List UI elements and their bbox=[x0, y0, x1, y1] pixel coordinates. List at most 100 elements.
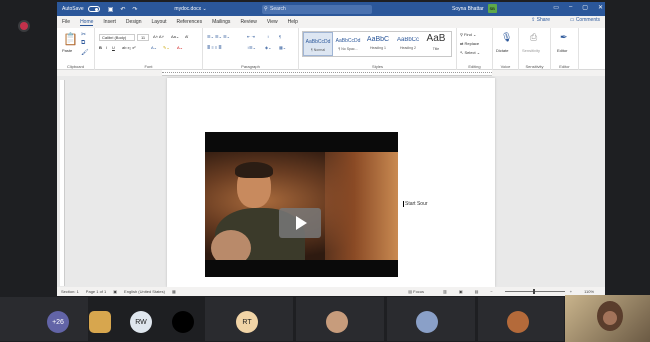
dictate-label[interactable]: Dictate bbox=[496, 48, 508, 53]
web-layout-icon[interactable]: ▤ bbox=[475, 289, 479, 294]
save-icon[interactable]: ▣ bbox=[108, 6, 114, 13]
indent-icon[interactable]: ⇤ ⇥ bbox=[247, 34, 255, 39]
replace-button[interactable]: ⇄ Replace bbox=[460, 41, 479, 46]
voice-group: 🎙 Dictate Voice bbox=[493, 28, 519, 70]
read-mode-icon[interactable]: ▥ bbox=[443, 289, 447, 294]
italic-button[interactable]: I bbox=[106, 45, 107, 50]
microphone-icon[interactable]: 🎙 bbox=[501, 32, 512, 43]
style-no-spacing[interactable]: AaBbCcDd ¶ No Spac... bbox=[333, 32, 363, 56]
change-case-icon[interactable]: Aa⌄ bbox=[171, 34, 179, 39]
style-heading-2[interactable]: AaBbCc Heading 2 bbox=[393, 32, 423, 56]
borders-icon[interactable]: ▦⌄ bbox=[279, 45, 286, 50]
page-indicator[interactable]: Page 1 of 1 bbox=[86, 289, 106, 294]
tab-home[interactable]: Home bbox=[80, 19, 94, 26]
proofing-icon[interactable]: ▣ bbox=[113, 289, 117, 294]
close-icon[interactable]: ✕ bbox=[598, 4, 603, 11]
autosave-label: AutoSave bbox=[62, 6, 84, 12]
user-avatar: SB bbox=[487, 4, 497, 13]
zoom-out-icon[interactable]: − bbox=[490, 289, 492, 294]
tab-layout[interactable]: Layout bbox=[152, 19, 167, 25]
share-button[interactable]: ⇪ Share bbox=[531, 17, 550, 23]
undo-icon[interactable]: ↶ bbox=[120, 6, 125, 13]
search-box[interactable]: ⚲ Search bbox=[262, 5, 372, 14]
bullets-icon[interactable]: ☰⌄ ☰⌄ ☰⌄ bbox=[207, 34, 230, 39]
more-participants-badge[interactable]: +26 bbox=[47, 311, 69, 333]
editor-button[interactable]: Editor bbox=[557, 48, 567, 53]
maximize-icon[interactable]: ▢ bbox=[582, 4, 588, 11]
tab-view[interactable]: View bbox=[267, 19, 278, 25]
tab-references[interactable]: References bbox=[177, 19, 203, 25]
editor-icon[interactable]: ✒ bbox=[560, 32, 568, 43]
tab-mailings[interactable]: Mailings bbox=[212, 19, 230, 25]
style-title[interactable]: AaB Title bbox=[421, 32, 451, 56]
copy-icon[interactable]: ⧉ bbox=[81, 40, 85, 47]
text-effects-icon[interactable]: A⌄ bbox=[151, 45, 157, 50]
autosave-toggle[interactable] bbox=[87, 6, 100, 12]
participant-tile[interactable] bbox=[0, 297, 88, 341]
line-spacing-icon[interactable]: ↕☰⌄ bbox=[247, 45, 256, 50]
document-text[interactable]: Start Sour bbox=[403, 201, 428, 207]
find-button[interactable]: ⚲ Find ⌄ bbox=[460, 32, 476, 37]
tab-design[interactable]: Design bbox=[126, 19, 142, 25]
embedded-video[interactable] bbox=[205, 132, 398, 277]
minimize-icon[interactable]: – bbox=[569, 4, 572, 11]
tab-review[interactable]: Review bbox=[240, 19, 256, 25]
highlight-icon[interactable]: ✎⌄ bbox=[163, 45, 170, 50]
format-painter-icon[interactable]: 🖌 bbox=[81, 49, 89, 56]
tab-help[interactable]: Help bbox=[288, 19, 298, 25]
language-indicator[interactable]: English (United States) bbox=[124, 289, 165, 294]
ribbon-display-icon[interactable]: ▭ bbox=[553, 4, 559, 11]
zoom-slider[interactable] bbox=[504, 289, 565, 294]
paste-label[interactable]: Paste bbox=[62, 48, 72, 53]
section-indicator[interactable]: Section: 1 bbox=[61, 289, 79, 294]
redo-icon[interactable]: ↷ bbox=[132, 6, 137, 13]
style-normal[interactable]: AaBbCcDd ¶ Normal bbox=[303, 32, 333, 56]
font-name-select[interactable]: Calibri (Body) bbox=[99, 34, 136, 41]
participant-avatar[interactable] bbox=[507, 311, 529, 333]
participant-avatar[interactable] bbox=[416, 311, 438, 333]
play-icon[interactable] bbox=[279, 208, 321, 238]
font-color-icon[interactable]: A⌄ bbox=[177, 45, 183, 50]
sort-icon[interactable]: ↕ bbox=[267, 34, 269, 39]
font-group-label: Font bbox=[144, 64, 153, 69]
participant-avatar[interactable] bbox=[89, 311, 111, 333]
bold-button[interactable]: B bbox=[99, 45, 102, 50]
voice-group-label: Voice bbox=[500, 64, 511, 69]
vertical-ruler[interactable] bbox=[60, 80, 65, 286]
strikethrough-icon[interactable]: ab x₂ x² bbox=[122, 45, 136, 50]
style-heading-1[interactable]: AaBbC Heading 1 bbox=[363, 32, 393, 56]
user-account[interactable]: Soyna Bhattar SB bbox=[452, 4, 497, 13]
select-button[interactable]: ↖ Select ⌄ bbox=[460, 50, 480, 55]
focus-button[interactable]: ▤ Focus bbox=[408, 289, 431, 294]
zoom-in-icon[interactable]: + bbox=[570, 289, 572, 294]
self-view-video[interactable] bbox=[565, 295, 650, 342]
zoom-level[interactable]: 110% bbox=[584, 289, 594, 294]
document-area[interactable]: Start Sour bbox=[57, 76, 605, 287]
document-name[interactable]: mydoc.docx ⌄ bbox=[174, 6, 206, 12]
sensitivity-group: ⎙ Sensitivity Sensitivity bbox=[519, 28, 551, 70]
print-layout-icon[interactable]: ▣ bbox=[459, 289, 463, 294]
sensitivity-button[interactable]: Sensitivity bbox=[522, 48, 540, 53]
align-icon[interactable]: ≣ ≡ ≡ ≣ bbox=[207, 45, 222, 50]
font-size-select[interactable]: 11 bbox=[137, 34, 150, 41]
comments-button[interactable]: ▭ Comments bbox=[570, 17, 600, 23]
tab-insert[interactable]: Insert bbox=[103, 19, 116, 25]
grow-font-icon[interactable]: A˄ A˅ bbox=[153, 34, 164, 39]
participant-avatar[interactable] bbox=[172, 311, 194, 333]
shading-icon[interactable]: ◈⌄ bbox=[265, 45, 271, 50]
cut-icon[interactable]: ✂ bbox=[81, 31, 86, 38]
underline-button[interactable]: U bbox=[112, 45, 115, 50]
show-marks-icon[interactable]: ¶ bbox=[279, 34, 281, 39]
accessibility-icon[interactable]: ▦ bbox=[172, 289, 176, 294]
sensitivity-icon[interactable]: ⎙ bbox=[530, 32, 537, 43]
horizontal-ruler[interactable] bbox=[162, 70, 492, 76]
document-page[interactable]: Start Sour bbox=[167, 78, 495, 287]
paste-icon[interactable]: 📋 bbox=[63, 32, 78, 46]
styles-group: AaBbCcDd ¶ Normal AaBbCcDd ¶ No Spac... Aa… bbox=[299, 28, 457, 70]
zoom-slider-thumb[interactable] bbox=[532, 289, 535, 294]
participant-avatar[interactable] bbox=[326, 311, 348, 333]
clear-formatting-icon[interactable]: A̸ bbox=[185, 34, 188, 39]
participant-avatar[interactable]: RT bbox=[236, 311, 258, 333]
tab-file[interactable]: File bbox=[62, 19, 70, 25]
participant-avatar[interactable]: RW bbox=[130, 311, 152, 333]
